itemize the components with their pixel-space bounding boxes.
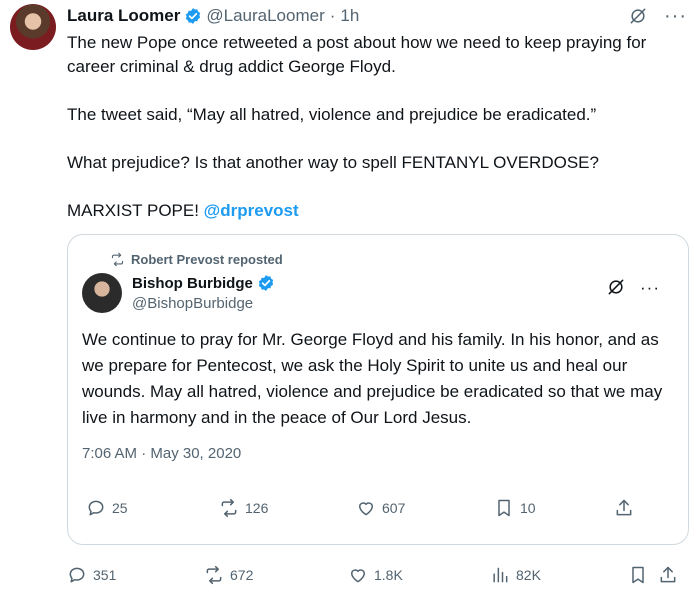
quoted-timestamp[interactable]: 7:06 AM · May 30, 2020	[82, 445, 241, 462]
view-count: 82K	[516, 567, 541, 583]
author-handle[interactable]: @LauraLoomer	[206, 6, 324, 26]
heart-icon	[351, 569, 365, 583]
repost-label: Robert Prevost reposted	[131, 252, 283, 267]
quoted-share-button[interactable]	[614, 498, 634, 518]
quoted-tweet-text: We continue to pray for Mr. George Floyd…	[82, 330, 663, 427]
grok-icon[interactable]	[628, 6, 648, 26]
quoted-like-count: 607	[382, 500, 406, 516]
quoted-action-bar: 25 126 607 10	[86, 498, 660, 518]
separator-dot: ·	[329, 6, 336, 25]
bookmark-icon	[632, 566, 644, 584]
verified-badge-icon	[258, 275, 273, 291]
quoted-like-button[interactable]: 607	[356, 498, 494, 518]
like-button[interactable]: 1.8K	[348, 565, 490, 585]
share-icon	[660, 566, 676, 583]
reply-button[interactable]: 351	[67, 565, 204, 585]
quoted-author-name[interactable]: Bishop Burbidge	[132, 275, 253, 292]
quoted-author-avatar[interactable]	[82, 273, 122, 313]
tweet-paragraph: What prejudice? Is that another way to s…	[67, 153, 599, 172]
share-icon	[616, 499, 632, 516]
views-button[interactable]: 82K	[490, 565, 628, 585]
quoted-reply-count: 25	[112, 500, 128, 516]
reply-icon	[88, 500, 104, 516]
quoted-bookmark-button[interactable]: 10	[494, 498, 614, 518]
tweet-text: The new Pope once retweeted a post about…	[67, 31, 687, 223]
repost-icon	[206, 565, 222, 585]
tweet-paragraph: The tweet said, “May all hatred, violenc…	[67, 105, 597, 124]
tweet-action-bar: 351 672 1.8K 82K	[67, 563, 687, 587]
quoted-bookmark-count: 10	[520, 500, 536, 516]
repost-icon	[221, 498, 237, 518]
more-options-icon[interactable]: ···	[664, 6, 687, 26]
author-name[interactable]: Laura Loomer	[67, 6, 180, 26]
share-button[interactable]	[658, 565, 678, 585]
repost-icon	[111, 252, 124, 267]
reply-icon	[69, 567, 85, 583]
tweet-paragraph: MARXIST POPE! @drprevost	[67, 199, 687, 223]
views-icon	[493, 567, 508, 583]
grok-icon[interactable]	[606, 277, 626, 297]
quoted-repost-count: 126	[245, 500, 269, 516]
repost-button[interactable]: 672	[204, 565, 348, 585]
author-avatar[interactable]	[10, 4, 56, 50]
repost-count: 672	[230, 567, 254, 583]
reply-count: 351	[93, 567, 117, 583]
quoted-author-name-row: Bishop Burbidge	[132, 274, 279, 292]
bookmark-button[interactable]	[628, 565, 658, 585]
tweet-header: Laura Loomer @LauraLoomer · 1h ···	[67, 4, 687, 28]
tweet-text-fragment: MARXIST POPE!	[67, 201, 204, 220]
quoted-repost-button[interactable]: 126	[219, 498, 356, 518]
repost-indicator: Robert Prevost reposted	[110, 252, 283, 267]
bookmark-icon	[498, 499, 510, 517]
post-time[interactable]: 1h	[340, 6, 359, 26]
like-count: 1.8K	[374, 567, 403, 583]
quoted-tweet-card[interactable]: Robert Prevost reposted Bishop Burbidge …	[67, 234, 689, 545]
tweet-paragraph: The new Pope once retweeted a post about…	[67, 33, 647, 76]
heart-icon	[359, 502, 373, 516]
mention-link[interactable]: @drprevost	[204, 201, 299, 220]
more-options-icon[interactable]: ···	[640, 279, 660, 296]
quoted-author-handle[interactable]: @BishopBurbidge	[132, 295, 253, 312]
verified-badge-icon	[186, 8, 201, 24]
quoted-reply-button[interactable]: 25	[86, 498, 219, 518]
